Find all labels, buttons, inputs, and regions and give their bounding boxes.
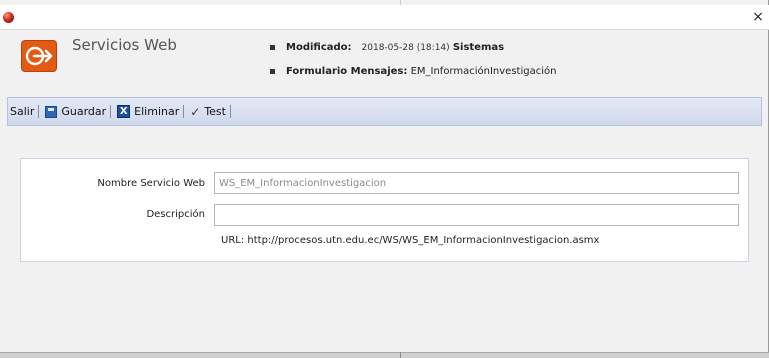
toolbar-separator: [183, 105, 185, 118]
form-label: Formulario Mensajes:: [286, 66, 408, 77]
toolbar-separator: [110, 105, 112, 118]
description-input[interactable]: [214, 204, 739, 226]
check-icon: ✓: [190, 104, 201, 119]
test-label: Test: [204, 105, 226, 118]
toolbar-separator: [229, 105, 231, 118]
service-name-label: Nombre Servicio Web: [97, 178, 205, 189]
bottom-border: [0, 352, 769, 358]
title-bar: ×: [0, 5, 769, 30]
modified-user: Sistemas: [452, 42, 505, 53]
bullet-icon: [270, 44, 275, 50]
save-button[interactable]: Guardar: [45, 105, 106, 118]
web-service-form: Nombre Servicio Web Descripción URL: htt…: [20, 158, 749, 262]
service-url: URL: http://procesos.utn.edu.ec/WS/WS_EM…: [221, 235, 600, 246]
background-divider: [400, 352, 401, 358]
module-title: Servicios Web: [72, 36, 177, 54]
modified-info: Modificado: 2018-05-28 (18:14) Sistemas: [270, 42, 504, 53]
save-icon: [45, 105, 58, 118]
exit-button[interactable]: Salir: [10, 105, 34, 118]
exit-label: Salir: [10, 105, 35, 118]
login-arrow-icon: [21, 40, 57, 72]
bullet-icon: [270, 68, 275, 74]
modified-label: Modificado:: [286, 42, 352, 53]
description-label: Descripción: [146, 209, 205, 220]
delete-icon: X: [117, 105, 131, 118]
form-info: Formulario Mensajes: EM_InformaciónInves…: [270, 66, 556, 77]
save-label: Guardar: [61, 105, 107, 118]
service-name-input[interactable]: [214, 172, 739, 194]
delete-label: Eliminar: [134, 105, 180, 118]
form-value: EM_InformaciónInvestigación: [410, 66, 557, 77]
toolbar: Salir Guardar X Eliminar ✓ Test: [7, 97, 762, 126]
test-button[interactable]: ✓ Test: [190, 105, 226, 119]
app-icon: [3, 12, 14, 23]
modified-date: 2018-05-28 (18:14): [361, 43, 450, 53]
close-icon[interactable]: ×: [750, 8, 766, 26]
toolbar-separator: [38, 105, 40, 118]
delete-button[interactable]: X Eliminar: [117, 105, 179, 118]
